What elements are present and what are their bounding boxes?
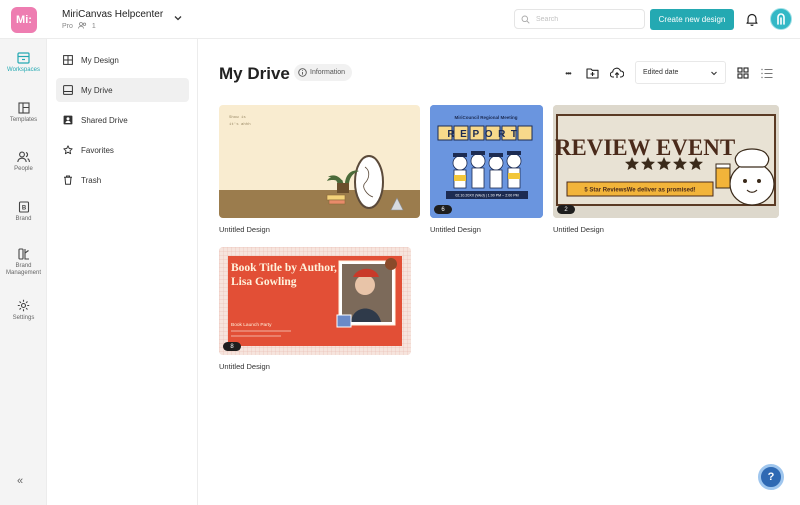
- thumb-text: it's ahhh: [229, 122, 251, 127]
- rail-item-brand-management[interactable]: Brand Management: [0, 248, 47, 277]
- search-icon: [521, 15, 530, 24]
- page-title: My Drive: [219, 64, 290, 83]
- miricanvas-logo[interactable]: Mi:: [11, 7, 37, 33]
- top-bar: Mi: MiriCanvas Helpcenter Pro 1 Create n…: [0, 0, 800, 39]
- trash-icon: [64, 175, 72, 185]
- rail-label: Workspaces: [7, 67, 40, 73]
- rail-label: People: [14, 166, 33, 172]
- sidebar-item-label: Favorites: [81, 145, 114, 155]
- rail-item-settings[interactable]: Settings: [0, 299, 47, 322]
- sidebar-item-label: Trash: [81, 175, 102, 185]
- thumb-text: MiriCouncil Regional Meeting: [454, 115, 517, 120]
- page-count-badge: 6: [434, 205, 452, 214]
- design-thumbnail[interactable]: Book Title by Author, Lisa Gowling Book …: [219, 247, 411, 355]
- templates-icon: [17, 102, 30, 114]
- information-button[interactable]: Information: [294, 64, 353, 81]
- main-content: My Drive Information ••• Edited date Sho…: [198, 39, 800, 505]
- rail-item-templates[interactable]: Templates: [0, 102, 47, 124]
- design-thumbnail[interactable]: REVIEW EVENT 5 Star ReviewsWe deliver as…: [553, 105, 779, 218]
- rail-label: Settings: [12, 315, 35, 321]
- avatar[interactable]: [770, 8, 792, 30]
- design-title[interactable]: Untitled Design: [430, 225, 481, 234]
- upload-button[interactable]: [609, 65, 625, 81]
- rail-label: Brand: [15, 216, 32, 222]
- list-view-button[interactable]: [759, 65, 775, 81]
- help-button[interactable]: ?: [758, 464, 784, 490]
- workspace-name[interactable]: MiriCanvas Helpcenter: [62, 9, 163, 20]
- avatar-icon: [777, 13, 785, 25]
- thumbnail-art: MiriCouncil Regional Meeting REPORT 02.1…: [430, 105, 543, 218]
- design-card[interactable]: REVIEW EVENT 5 Star ReviewsWe deliver as…: [553, 105, 779, 235]
- sidebar-item-label: Shared Drive: [81, 115, 128, 125]
- rail-item-brand[interactable]: B Brand: [0, 201, 47, 223]
- thumb-text: Lisa Gowling: [231, 276, 297, 288]
- thumb-text: 5 Star ReviewsWe deliver as promised!: [584, 188, 695, 194]
- thumb-text: Show is: [229, 115, 246, 120]
- grid-view-button[interactable]: [735, 65, 751, 81]
- design-card[interactable]: MiriCouncil Regional Meeting REPORT 02.1…: [430, 105, 543, 235]
- sidebar-item-trash[interactable]: Trash: [56, 168, 189, 192]
- drive-sidebar: My Design My Drive Shared Drive Favorite…: [47, 39, 198, 505]
- grid-view-icon: [737, 67, 749, 79]
- svg-text:B: B: [21, 206, 26, 212]
- design-title[interactable]: Untitled Design: [553, 225, 604, 234]
- sidebar-item-shared-drive[interactable]: Shared Drive: [56, 108, 189, 132]
- rail-label: Templates: [9, 117, 38, 123]
- sidebar-item-my-design[interactable]: My Design: [56, 48, 189, 72]
- search-box[interactable]: [514, 9, 645, 29]
- collapse-rail-button[interactable]: «: [17, 475, 23, 487]
- sidebar-item-my-drive[interactable]: My Drive: [56, 78, 189, 102]
- new-folder-button[interactable]: [584, 65, 600, 81]
- design-thumbnail[interactable]: MiriCouncil Regional Meeting REPORT 02.1…: [430, 105, 543, 218]
- drive-icon: [63, 85, 73, 95]
- page-count-badge: 2: [557, 205, 575, 214]
- workspace-icon: [17, 52, 30, 64]
- new-folder-icon: [585, 68, 599, 79]
- thumbnail-art: Show is it's ahhh: [219, 115, 420, 218]
- sidebar-item-label: My Drive: [81, 85, 113, 95]
- thumb-text: Book Launch Party: [231, 322, 272, 328]
- plan-label: Pro: [62, 23, 73, 30]
- rail-item-people[interactable]: People: [0, 151, 47, 173]
- people-icon: [17, 151, 30, 163]
- star-icon: [63, 145, 73, 155]
- design-title[interactable]: Untitled Design: [219, 225, 270, 234]
- list-view-icon: [761, 68, 773, 78]
- brand-icon: B: [18, 201, 29, 213]
- chevron-down-icon[interactable]: [173, 13, 183, 23]
- rail-label: Brand Management: [5, 263, 42, 276]
- left-rail: Workspaces Templates People B Brand Bran…: [0, 39, 47, 505]
- design-card[interactable]: Book Title by Author, Lisa Gowling Book …: [219, 247, 411, 374]
- design-card[interactable]: Show is it's ahhh Untitled Design: [219, 105, 420, 235]
- info-icon: [298, 68, 307, 77]
- chevron-down-icon: [711, 71, 717, 75]
- grid-icon: [63, 55, 73, 65]
- members-count: 1: [91, 23, 96, 30]
- sort-selected-value: Edited date: [643, 69, 679, 76]
- thumbnail-art: Book Title by Author, Lisa Gowling Book …: [219, 247, 411, 355]
- design-title[interactable]: Untitled Design: [219, 362, 270, 371]
- cloud-upload-icon: [610, 67, 624, 78]
- information-label: Information: [310, 69, 346, 76]
- create-new-design-button[interactable]: Create new design: [650, 9, 734, 30]
- sidebar-item-favorites[interactable]: Favorites: [56, 138, 189, 162]
- brand-management-icon: [17, 248, 29, 260]
- thumb-text: REVIEW EVENT: [555, 135, 735, 160]
- thumb-text: 02.10.20XX (Wed) | 1:00 PM ~ 2:00 PM: [455, 194, 518, 198]
- sort-select[interactable]: Edited date: [635, 61, 726, 84]
- workspace-plan: Pro 1: [62, 22, 96, 31]
- sidebar-item-label: My Design: [81, 55, 119, 65]
- thumb-text: Book Title by Author,: [231, 262, 337, 274]
- design-thumbnail[interactable]: Show is it's ahhh: [219, 105, 420, 218]
- thumb-text: REPORT: [447, 129, 522, 140]
- bell-icon[interactable]: [744, 11, 760, 27]
- gear-icon: [17, 299, 30, 312]
- members-icon: [78, 22, 87, 31]
- thumbnail-art: REVIEW EVENT 5 Star ReviewsWe deliver as…: [553, 105, 779, 218]
- page-count-badge: 8: [223, 342, 241, 351]
- search-input[interactable]: [536, 15, 636, 23]
- more-options-icon[interactable]: •••: [560, 65, 576, 81]
- rail-item-workspaces[interactable]: Workspaces: [0, 52, 47, 74]
- shared-drive-icon: [63, 115, 73, 125]
